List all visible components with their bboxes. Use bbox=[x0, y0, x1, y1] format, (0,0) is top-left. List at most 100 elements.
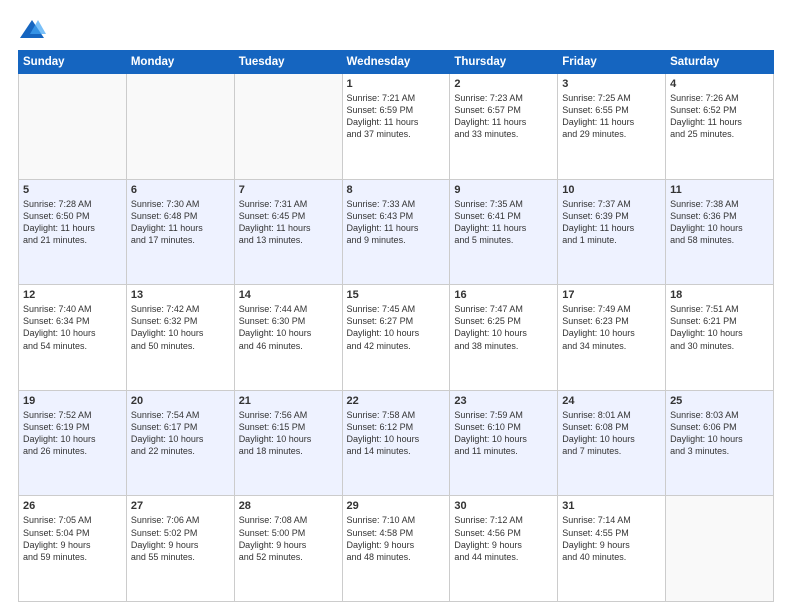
day-number: 17 bbox=[562, 289, 661, 301]
calendar-cell: 9 Sunrise: 7:35 AMSunset: 6:41 PMDaylight… bbox=[450, 179, 558, 285]
day-number: 23 bbox=[454, 395, 553, 407]
weekday-header-monday: Monday bbox=[126, 51, 234, 74]
calendar-cell: 3 Sunrise: 7:25 AMSunset: 6:55 PMDaylight… bbox=[558, 74, 666, 180]
day-info: Sunrise: 7:06 AMSunset: 5:02 PMDaylight:… bbox=[131, 514, 230, 563]
calendar-cell: 21 Sunrise: 7:56 AMSunset: 6:15 PMDayligh… bbox=[234, 390, 342, 496]
weekday-header-saturday: Saturday bbox=[666, 51, 774, 74]
weekday-header-tuesday: Tuesday bbox=[234, 51, 342, 74]
day-number: 1 bbox=[347, 78, 446, 90]
calendar-cell: 25 Sunrise: 8:03 AMSunset: 6:06 PMDayligh… bbox=[666, 390, 774, 496]
calendar-week-1: 1 Sunrise: 7:21 AMSunset: 6:59 PMDaylight… bbox=[19, 74, 774, 180]
day-info: Sunrise: 7:54 AMSunset: 6:17 PMDaylight:… bbox=[131, 409, 230, 458]
calendar-cell: 28Sunrise: 7:08 AMSunset: 5:00 PMDayligh… bbox=[234, 496, 342, 602]
day-info: Sunrise: 7:14 AMSunset: 4:55 PMDaylight:… bbox=[562, 514, 661, 563]
day-number: 27 bbox=[131, 500, 230, 512]
day-info: Sunrise: 7:56 AMSunset: 6:15 PMDaylight:… bbox=[239, 409, 338, 458]
day-info: Sunrise: 8:03 AMSunset: 6:06 PMDaylight:… bbox=[670, 409, 769, 458]
day-number: 13 bbox=[131, 289, 230, 301]
day-number: 12 bbox=[23, 289, 122, 301]
calendar-table: SundayMondayTuesdayWednesdayThursdayFrid… bbox=[18, 50, 774, 602]
calendar-cell: 23Sunrise: 7:59 AMSunset: 6:10 PMDayligh… bbox=[450, 390, 558, 496]
weekday-header-row: SundayMondayTuesdayWednesdayThursdayFrid… bbox=[19, 51, 774, 74]
day-info: Sunrise: 7:51 AMSunset: 6:21 PMDaylight:… bbox=[670, 303, 769, 352]
day-number: 25 bbox=[670, 395, 769, 407]
day-number: 24 bbox=[562, 395, 661, 407]
calendar-cell: 7Sunrise: 7:31 AMSunset: 6:45 PMDaylight… bbox=[234, 179, 342, 285]
weekday-header-wednesday: Wednesday bbox=[342, 51, 450, 74]
day-number: 14 bbox=[239, 289, 338, 301]
day-number: 31 bbox=[562, 500, 661, 512]
calendar-cell: 24 Sunrise: 8:01 AMSunset: 6:08 PMDayligh… bbox=[558, 390, 666, 496]
day-number: 5 bbox=[23, 184, 122, 196]
day-number: 2 bbox=[454, 78, 553, 90]
day-number: 19 bbox=[23, 395, 122, 407]
day-info: Sunrise: 7:38 AMSunset: 6:36 PMDaylight:… bbox=[670, 198, 769, 247]
weekday-header-thursday: Thursday bbox=[450, 51, 558, 74]
day-info: Sunrise: 7:28 AMSunset: 6:50 PMDaylight:… bbox=[23, 198, 122, 247]
calendar-cell bbox=[126, 74, 234, 180]
day-number: 10 bbox=[562, 184, 661, 196]
day-info: Sunrise: 7:45 AMSunset: 6:27 PMDaylight:… bbox=[347, 303, 446, 352]
day-info: Sunrise: 7:25 AMSunset: 6:55 PMDaylight:… bbox=[562, 92, 661, 141]
day-info: Sunrise: 7:42 AMSunset: 6:32 PMDaylight:… bbox=[131, 303, 230, 352]
day-number: 18 bbox=[670, 289, 769, 301]
calendar-cell: 14 Sunrise: 7:44 AMSunset: 6:30 PMDayligh… bbox=[234, 285, 342, 391]
calendar-cell: 30 Sunrise: 7:12 AMSunset: 4:56 PMDayligh… bbox=[450, 496, 558, 602]
day-info: Sunrise: 7:37 AMSunset: 6:39 PMDaylight:… bbox=[562, 198, 661, 247]
calendar-cell: 5 Sunrise: 7:28 AMSunset: 6:50 PMDaylight… bbox=[19, 179, 127, 285]
page: SundayMondayTuesdayWednesdayThursdayFrid… bbox=[0, 0, 792, 612]
day-info: Sunrise: 7:52 AMSunset: 6:19 PMDaylight:… bbox=[23, 409, 122, 458]
calendar-cell: 11 Sunrise: 7:38 AMSunset: 6:36 PMDayligh… bbox=[666, 179, 774, 285]
calendar-cell: 12Sunrise: 7:40 AMSunset: 6:34 PMDayligh… bbox=[19, 285, 127, 391]
day-info: Sunrise: 7:12 AMSunset: 4:56 PMDaylight:… bbox=[454, 514, 553, 563]
day-number: 11 bbox=[670, 184, 769, 196]
day-number: 8 bbox=[347, 184, 446, 196]
header bbox=[18, 18, 774, 42]
calendar-week-2: 5 Sunrise: 7:28 AMSunset: 6:50 PMDaylight… bbox=[19, 179, 774, 285]
calendar-cell: 15 Sunrise: 7:45 AMSunset: 6:27 PMDayligh… bbox=[342, 285, 450, 391]
day-info: Sunrise: 7:47 AMSunset: 6:25 PMDaylight:… bbox=[454, 303, 553, 352]
calendar-week-3: 12Sunrise: 7:40 AMSunset: 6:34 PMDayligh… bbox=[19, 285, 774, 391]
logo-icon bbox=[18, 18, 46, 42]
weekday-header-friday: Friday bbox=[558, 51, 666, 74]
day-info: Sunrise: 8:01 AMSunset: 6:08 PMDaylight:… bbox=[562, 409, 661, 458]
calendar-cell: 1 Sunrise: 7:21 AMSunset: 6:59 PMDaylight… bbox=[342, 74, 450, 180]
calendar-cell: 22Sunrise: 7:58 AMSunset: 6:12 PMDayligh… bbox=[342, 390, 450, 496]
calendar-cell bbox=[234, 74, 342, 180]
calendar-week-5: 26Sunrise: 7:05 AMSunset: 5:04 PMDayligh… bbox=[19, 496, 774, 602]
calendar-cell bbox=[666, 496, 774, 602]
day-info: Sunrise: 7:26 AMSunset: 6:52 PMDaylight:… bbox=[670, 92, 769, 141]
logo bbox=[18, 18, 50, 42]
calendar-cell: 19 Sunrise: 7:52 AMSunset: 6:19 PMDayligh… bbox=[19, 390, 127, 496]
day-number: 29 bbox=[347, 500, 446, 512]
day-info: Sunrise: 7:10 AMSunset: 4:58 PMDaylight:… bbox=[347, 514, 446, 563]
day-number: 21 bbox=[239, 395, 338, 407]
day-number: 28 bbox=[239, 500, 338, 512]
calendar-cell: 4 Sunrise: 7:26 AMSunset: 6:52 PMDaylight… bbox=[666, 74, 774, 180]
calendar-cell: 29 Sunrise: 7:10 AMSunset: 4:58 PMDayligh… bbox=[342, 496, 450, 602]
calendar-cell: 10 Sunrise: 7:37 AMSunset: 6:39 PMDayligh… bbox=[558, 179, 666, 285]
day-number: 3 bbox=[562, 78, 661, 90]
calendar-cell: 2 Sunrise: 7:23 AMSunset: 6:57 PMDaylight… bbox=[450, 74, 558, 180]
day-number: 22 bbox=[347, 395, 446, 407]
day-info: Sunrise: 7:35 AMSunset: 6:41 PMDaylight:… bbox=[454, 198, 553, 247]
day-info: Sunrise: 7:44 AMSunset: 6:30 PMDaylight:… bbox=[239, 303, 338, 352]
day-info: Sunrise: 7:31 AMSunset: 6:45 PMDaylight:… bbox=[239, 198, 338, 247]
day-info: Sunrise: 7:33 AMSunset: 6:43 PMDaylight:… bbox=[347, 198, 446, 247]
day-info: Sunrise: 7:21 AMSunset: 6:59 PMDaylight:… bbox=[347, 92, 446, 141]
day-number: 15 bbox=[347, 289, 446, 301]
calendar-cell: 16Sunrise: 7:47 AMSunset: 6:25 PMDayligh… bbox=[450, 285, 558, 391]
day-number: 20 bbox=[131, 395, 230, 407]
day-info: Sunrise: 7:30 AMSunset: 6:48 PMDaylight:… bbox=[131, 198, 230, 247]
day-number: 9 bbox=[454, 184, 553, 196]
calendar-week-4: 19 Sunrise: 7:52 AMSunset: 6:19 PMDayligh… bbox=[19, 390, 774, 496]
calendar-cell: 8 Sunrise: 7:33 AMSunset: 6:43 PMDaylight… bbox=[342, 179, 450, 285]
day-number: 30 bbox=[454, 500, 553, 512]
calendar-cell bbox=[19, 74, 127, 180]
calendar-cell: 17Sunrise: 7:49 AMSunset: 6:23 PMDayligh… bbox=[558, 285, 666, 391]
calendar-cell: 26Sunrise: 7:05 AMSunset: 5:04 PMDayligh… bbox=[19, 496, 127, 602]
day-number: 4 bbox=[670, 78, 769, 90]
calendar-cell: 6 Sunrise: 7:30 AMSunset: 6:48 PMDaylight… bbox=[126, 179, 234, 285]
day-number: 6 bbox=[131, 184, 230, 196]
day-info: Sunrise: 7:23 AMSunset: 6:57 PMDaylight:… bbox=[454, 92, 553, 141]
